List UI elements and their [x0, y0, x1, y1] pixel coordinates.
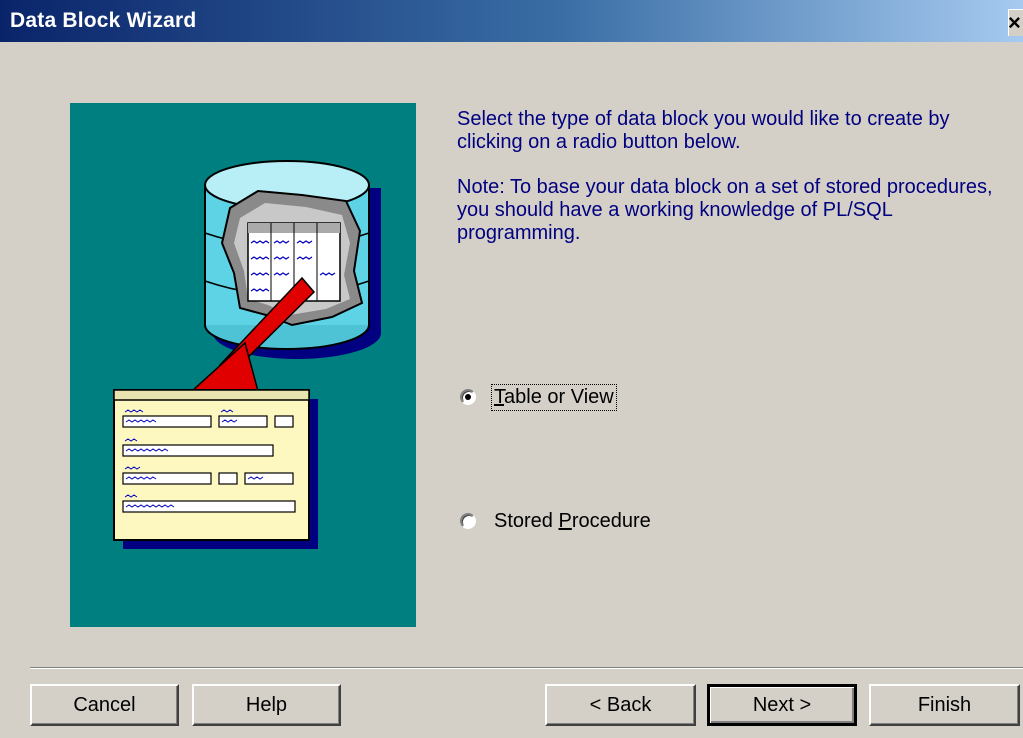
- radio-table-or-view[interactable]: [460, 389, 476, 405]
- database-to-form-illustration: [113, 160, 381, 549]
- instruction-note: Note: To base your data block on a set o…: [457, 176, 993, 244]
- option-label-rest: rocedure: [571, 509, 651, 532]
- option-label-prefix: Stored: [494, 509, 559, 532]
- wizard-illustration: [70, 103, 416, 627]
- cancel-button[interactable]: Cancel: [30, 684, 179, 726]
- radio-selected-dot: [465, 394, 471, 400]
- radio-stored-procedure[interactable]: [460, 513, 476, 529]
- window-title: Data Block Wizard: [10, 9, 197, 32]
- mnemonic-p: P: [558, 509, 572, 532]
- mnemonic-t: T: [494, 385, 504, 408]
- option-table-or-view[interactable]: Table or View: [460, 383, 617, 411]
- database-cylinder-icon: [204, 160, 381, 359]
- help-button[interactable]: Help: [192, 684, 341, 726]
- next-button[interactable]: Next >: [707, 684, 857, 726]
- finish-button[interactable]: Finish: [869, 684, 1020, 726]
- back-button[interactable]: < Back: [545, 684, 696, 726]
- option-label-rest: able or View: [504, 385, 614, 408]
- close-icon[interactable]: ×: [1008, 9, 1023, 36]
- button-separator: [30, 667, 1023, 669]
- instructions-text: Select the type of data block you would …: [457, 108, 1007, 267]
- option-label-table-or-view[interactable]: Table or View: [491, 383, 617, 411]
- option-label-stored-procedure[interactable]: Stored Procedure: [492, 509, 653, 534]
- title-bar: Data Block Wizard ×: [0, 0, 1023, 42]
- instruction-select: Select the type of data block you would …: [457, 108, 950, 153]
- option-stored-procedure[interactable]: Stored Procedure: [460, 508, 653, 534]
- form-sheet-icon: [113, 389, 318, 549]
